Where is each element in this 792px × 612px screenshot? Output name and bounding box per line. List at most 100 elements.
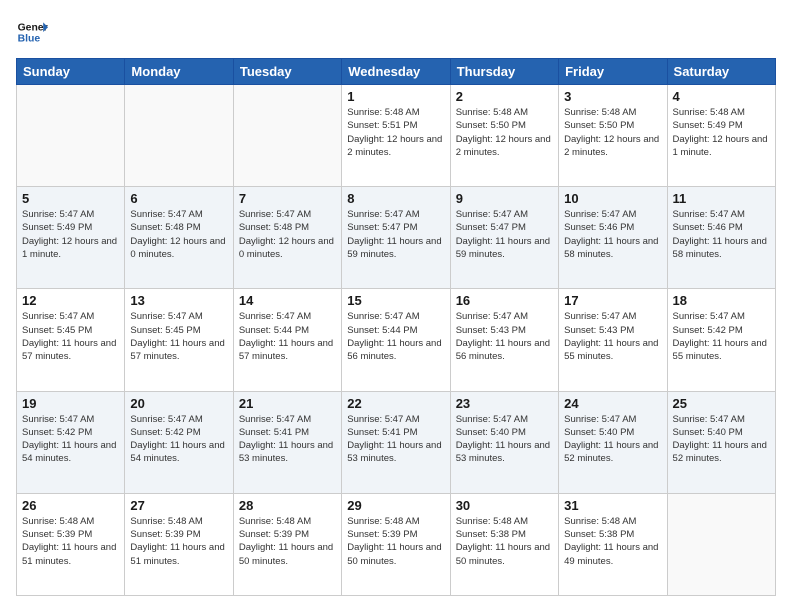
calendar-cell: 2Sunrise: 5:48 AM Sunset: 5:50 PM Daylig… xyxy=(450,85,558,187)
day-info: Sunrise: 5:47 AM Sunset: 5:43 PM Dayligh… xyxy=(456,310,553,363)
day-info: Sunrise: 5:47 AM Sunset: 5:47 PM Dayligh… xyxy=(456,208,553,261)
logo-icon: General Blue xyxy=(16,16,48,48)
weekday-header-thursday: Thursday xyxy=(450,59,558,85)
day-number: 9 xyxy=(456,191,553,206)
calendar-cell: 9 Sunrise: 5:47 AM Sunset: 5:47 PM Daylig… xyxy=(450,187,558,289)
calendar-cell: 16 Sunrise: 5:47 AM Sunset: 5:43 PM Dayli… xyxy=(450,289,558,391)
calendar-cell: 27 Sunrise: 5:48 AM Sunset: 5:39 PM Dayli… xyxy=(125,493,233,595)
calendar-cell: 7Sunrise: 5:47 AM Sunset: 5:48 PM Daylig… xyxy=(233,187,341,289)
calendar-cell: 24 Sunrise: 5:47 AM Sunset: 5:40 PM Dayli… xyxy=(559,391,667,493)
day-number: 13 xyxy=(130,293,227,308)
day-number: 14 xyxy=(239,293,336,308)
calendar-cell: 22 Sunrise: 5:47 AM Sunset: 5:41 PM Dayli… xyxy=(342,391,450,493)
day-number: 28 xyxy=(239,498,336,513)
day-info: Sunrise: 5:48 AM Sunset: 5:49 PM Dayligh… xyxy=(673,106,770,159)
day-info: Sunrise: 5:48 AM Sunset: 5:39 PM Dayligh… xyxy=(347,515,444,568)
day-number: 15 xyxy=(347,293,444,308)
calendar-cell: 26 Sunrise: 5:48 AM Sunset: 5:39 PM Dayli… xyxy=(17,493,125,595)
calendar-cell: 21Sunrise: 5:47 AM Sunset: 5:41 PM Dayli… xyxy=(233,391,341,493)
day-number: 19 xyxy=(22,396,119,411)
day-number: 11 xyxy=(673,191,770,206)
day-number: 29 xyxy=(347,498,444,513)
calendar-cell: 1 Sunrise: 5:48 AM Sunset: 5:51 PM Daylig… xyxy=(342,85,450,187)
day-info: Sunrise: 5:47 AM Sunset: 5:44 PM Dayligh… xyxy=(239,310,336,363)
calendar-cell: 3 Sunrise: 5:48 AM Sunset: 5:50 PM Daylig… xyxy=(559,85,667,187)
day-info: Sunrise: 5:47 AM Sunset: 5:40 PM Dayligh… xyxy=(673,413,770,466)
calendar-cell: 29 Sunrise: 5:48 AM Sunset: 5:39 PM Dayli… xyxy=(342,493,450,595)
day-number: 24 xyxy=(564,396,661,411)
calendar-cell: 14 Sunrise: 5:47 AM Sunset: 5:44 PM Dayli… xyxy=(233,289,341,391)
day-number: 21 xyxy=(239,396,336,411)
calendar-cell: 6Sunrise: 5:47 AM Sunset: 5:48 PM Daylig… xyxy=(125,187,233,289)
day-info: Sunrise: 5:47 AM Sunset: 5:42 PM Dayligh… xyxy=(130,413,227,466)
calendar-cell: 15Sunrise: 5:47 AM Sunset: 5:44 PM Dayli… xyxy=(342,289,450,391)
weekday-header-sunday: Sunday xyxy=(17,59,125,85)
day-number: 31 xyxy=(564,498,661,513)
day-info: Sunrise: 5:48 AM Sunset: 5:39 PM Dayligh… xyxy=(239,515,336,568)
calendar-week-row: 12 Sunrise: 5:47 AM Sunset: 5:45 PM Dayli… xyxy=(17,289,776,391)
weekday-header-tuesday: Tuesday xyxy=(233,59,341,85)
day-number: 23 xyxy=(456,396,553,411)
day-number: 17 xyxy=(564,293,661,308)
day-info: Sunrise: 5:47 AM Sunset: 5:49 PM Dayligh… xyxy=(22,208,119,261)
calendar-week-row: 5 Sunrise: 5:47 AM Sunset: 5:49 PM Daylig… xyxy=(17,187,776,289)
weekday-header-saturday: Saturday xyxy=(667,59,775,85)
day-info: Sunrise: 5:47 AM Sunset: 5:41 PM Dayligh… xyxy=(347,413,444,466)
day-info: Sunrise: 5:47 AM Sunset: 5:47 PM Dayligh… xyxy=(347,208,444,261)
calendar-week-row: 1 Sunrise: 5:48 AM Sunset: 5:51 PM Daylig… xyxy=(17,85,776,187)
page: General Blue SundayMondayTuesdayWednesda… xyxy=(0,0,792,612)
calendar-cell: 12 Sunrise: 5:47 AM Sunset: 5:45 PM Dayli… xyxy=(17,289,125,391)
day-number: 1 xyxy=(347,89,444,104)
calendar-week-row: 26 Sunrise: 5:48 AM Sunset: 5:39 PM Dayli… xyxy=(17,493,776,595)
calendar-cell: 4 Sunrise: 5:48 AM Sunset: 5:49 PM Daylig… xyxy=(667,85,775,187)
day-info: Sunrise: 5:47 AM Sunset: 5:40 PM Dayligh… xyxy=(564,413,661,466)
day-number: 22 xyxy=(347,396,444,411)
calendar-cell: 8 Sunrise: 5:47 AM Sunset: 5:47 PM Daylig… xyxy=(342,187,450,289)
day-info: Sunrise: 5:47 AM Sunset: 5:45 PM Dayligh… xyxy=(130,310,227,363)
day-info: Sunrise: 5:48 AM Sunset: 5:39 PM Dayligh… xyxy=(130,515,227,568)
calendar-cell xyxy=(667,493,775,595)
calendar-cell xyxy=(233,85,341,187)
day-info: Sunrise: 5:47 AM Sunset: 5:46 PM Dayligh… xyxy=(564,208,661,261)
day-number: 25 xyxy=(673,396,770,411)
day-info: Sunrise: 5:47 AM Sunset: 5:42 PM Dayligh… xyxy=(22,413,119,466)
calendar-table: SundayMondayTuesdayWednesdayThursdayFrid… xyxy=(16,58,776,596)
day-info: Sunrise: 5:48 AM Sunset: 5:51 PM Dayligh… xyxy=(347,106,444,159)
calendar-cell: 10Sunrise: 5:47 AM Sunset: 5:46 PM Dayli… xyxy=(559,187,667,289)
svg-text:Blue: Blue xyxy=(18,34,41,45)
weekday-header-friday: Friday xyxy=(559,59,667,85)
header: General Blue xyxy=(16,16,776,48)
day-number: 26 xyxy=(22,498,119,513)
day-number: 16 xyxy=(456,293,553,308)
day-number: 4 xyxy=(673,89,770,104)
calendar-cell xyxy=(17,85,125,187)
day-info: Sunrise: 5:47 AM Sunset: 5:45 PM Dayligh… xyxy=(22,310,119,363)
calendar-cell: 11 Sunrise: 5:47 AM Sunset: 5:46 PM Dayli… xyxy=(667,187,775,289)
day-number: 30 xyxy=(456,498,553,513)
calendar-cell: 23 Sunrise: 5:47 AM Sunset: 5:40 PM Dayli… xyxy=(450,391,558,493)
calendar-week-row: 19 Sunrise: 5:47 AM Sunset: 5:42 PM Dayli… xyxy=(17,391,776,493)
day-number: 18 xyxy=(673,293,770,308)
day-number: 7 xyxy=(239,191,336,206)
calendar-cell: 17 Sunrise: 5:47 AM Sunset: 5:43 PM Dayli… xyxy=(559,289,667,391)
calendar-cell: 25 Sunrise: 5:47 AM Sunset: 5:40 PM Dayli… xyxy=(667,391,775,493)
calendar-cell: 5 Sunrise: 5:47 AM Sunset: 5:49 PM Daylig… xyxy=(17,187,125,289)
weekday-header-row: SundayMondayTuesdayWednesdayThursdayFrid… xyxy=(17,59,776,85)
day-info: Sunrise: 5:47 AM Sunset: 5:46 PM Dayligh… xyxy=(673,208,770,261)
calendar-cell: 13 Sunrise: 5:47 AM Sunset: 5:45 PM Dayli… xyxy=(125,289,233,391)
day-number: 27 xyxy=(130,498,227,513)
day-info: Sunrise: 5:47 AM Sunset: 5:40 PM Dayligh… xyxy=(456,413,553,466)
day-number: 8 xyxy=(347,191,444,206)
calendar-cell: 31 Sunrise: 5:48 AM Sunset: 5:38 PM Dayli… xyxy=(559,493,667,595)
day-info: Sunrise: 5:48 AM Sunset: 5:38 PM Dayligh… xyxy=(564,515,661,568)
calendar-cell xyxy=(125,85,233,187)
day-number: 3 xyxy=(564,89,661,104)
day-info: Sunrise: 5:47 AM Sunset: 5:42 PM Dayligh… xyxy=(673,310,770,363)
day-number: 20 xyxy=(130,396,227,411)
day-number: 12 xyxy=(22,293,119,308)
day-info: Sunrise: 5:48 AM Sunset: 5:50 PM Dayligh… xyxy=(564,106,661,159)
day-number: 6 xyxy=(130,191,227,206)
day-number: 5 xyxy=(22,191,119,206)
day-info: Sunrise: 5:48 AM Sunset: 5:39 PM Dayligh… xyxy=(22,515,119,568)
day-info: Sunrise: 5:47 AM Sunset: 5:43 PM Dayligh… xyxy=(564,310,661,363)
